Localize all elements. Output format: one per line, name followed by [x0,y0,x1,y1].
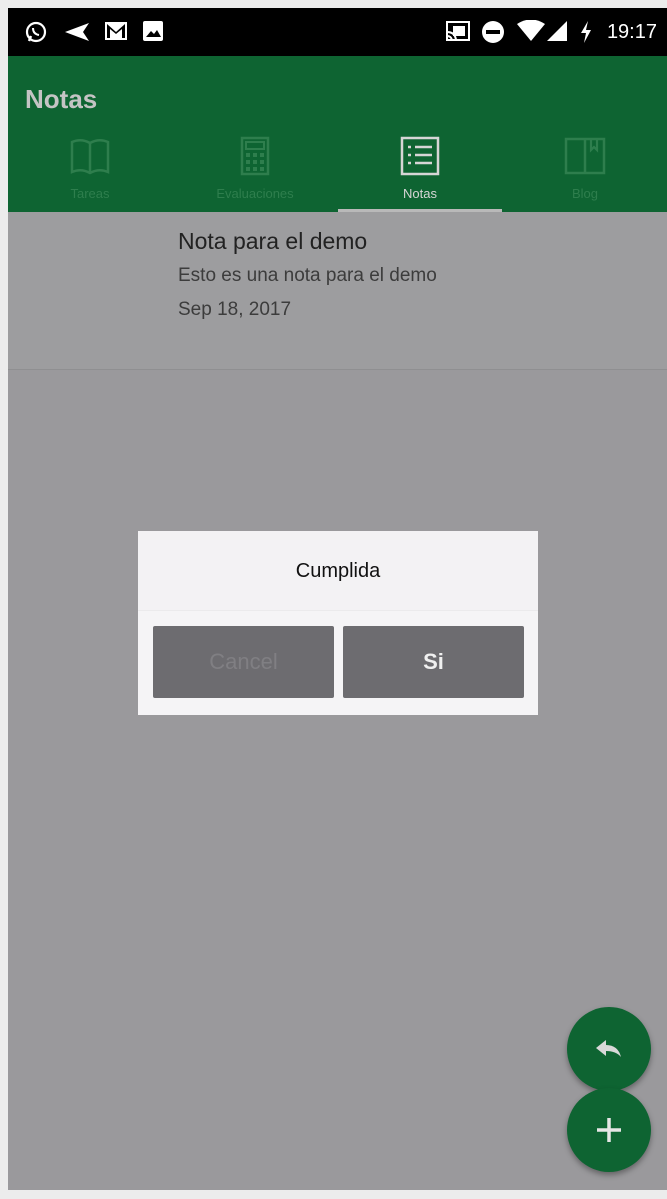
do-not-disturb-icon [481,20,505,49]
confirm-button[interactable]: Si [343,626,524,698]
tab-tareas[interactable]: Tareas [8,130,172,212]
note-date: Sep 18, 2017 [178,299,292,320]
tab-label: Notas [403,186,437,201]
cast-icon [445,20,471,47]
whatsapp-icon [24,20,48,49]
confirm-dialog: Cumplida Cancel Si [138,531,538,715]
app-bar: Notas Tareas Evaluaciones Notas Blog [8,56,667,212]
tab-label: Blog [571,186,599,201]
dialog-header: Cumplida [138,531,538,611]
status-bar: 19:17 [8,8,667,56]
tab-notas[interactable]: Notas [338,130,502,212]
cancel-button[interactable]: Cancel [153,626,334,698]
image-icon [142,20,164,47]
tab-label: Tareas [70,186,110,201]
tab-evaluaciones[interactable]: Evaluaciones [173,130,337,212]
tab-blog[interactable]: Blog [503,130,667,212]
note-title: Nota para el demo [178,228,368,254]
reply-button[interactable] [567,1007,651,1091]
clock: 19:17 [606,21,657,43]
phone-screen: 19:17 Notas Tareas Evaluaciones Notas Bl… [8,8,667,1190]
battery-charging-icon [579,20,593,49]
tab-label: Evaluaciones [216,186,294,201]
cell-signal-icon [546,20,568,47]
app-title: Notas [25,84,98,114]
add-note-button[interactable] [567,1088,651,1172]
note-body: Esto es una nota para el demo [178,265,437,286]
wifi-icon [516,19,546,47]
gmail-icon [104,20,128,47]
send-icon [63,20,91,49]
dialog-title: Cumplida [295,560,381,582]
note-list-item[interactable]: Nota para el demo Esto es una nota para … [8,212,667,370]
